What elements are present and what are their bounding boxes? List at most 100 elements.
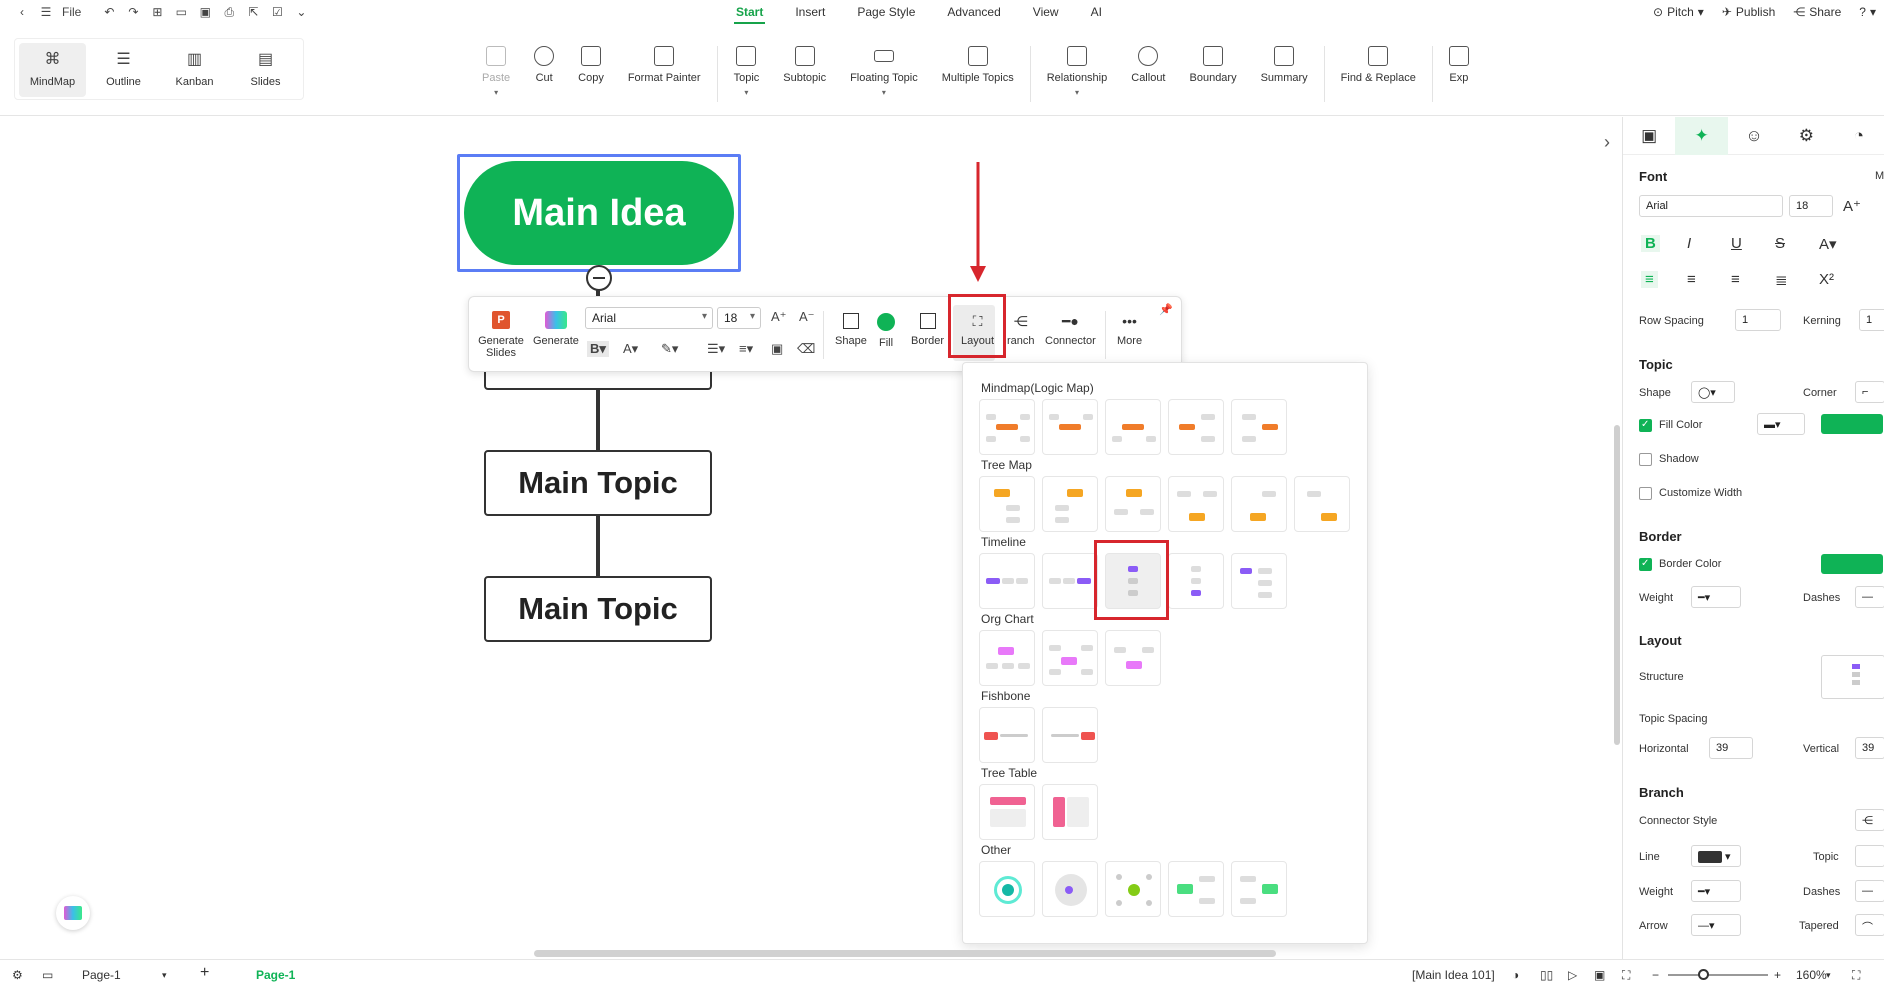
fill-type-select[interactable]: ▬▾ <box>1757 413 1805 435</box>
branch-dashes-select[interactable]: — <box>1855 880 1884 902</box>
font-color-icon[interactable]: A▾ <box>623 341 638 357</box>
font-size-select[interactable]: 18 <box>1789 195 1833 217</box>
play-icon[interactable]: ▷ <box>1568 968 1577 982</box>
summary-button[interactable]: Summary <box>1249 46 1320 84</box>
decrease-font-icon[interactable]: A⁻ <box>799 309 815 325</box>
fill-color-checkbox[interactable] <box>1639 419 1652 432</box>
undo-icon[interactable]: ↶ <box>101 4 117 20</box>
align-center-icon[interactable]: ≡ <box>1687 271 1696 288</box>
floating-topic-button[interactable]: Floating Topic ▾ <box>838 46 930 97</box>
redo-icon[interactable]: ↷ <box>125 4 141 20</box>
generate-button[interactable]: Generate <box>533 311 579 347</box>
tab-more[interactable]: ◔ <box>1833 117 1884 155</box>
layout-thumb[interactable] <box>1042 861 1098 917</box>
save-icon[interactable]: ▣ <box>197 4 213 20</box>
page-select[interactable]: Page-1 <box>82 968 121 982</box>
sidebar-toggle-icon[interactable]: ⚙ <box>12 968 23 982</box>
file-menu[interactable]: File <box>62 5 81 19</box>
underline-icon[interactable]: U <box>1731 235 1742 252</box>
structure-select[interactable] <box>1821 655 1884 699</box>
branch-weight-select[interactable]: ━▾ <box>1691 880 1741 902</box>
layout-thumb[interactable] <box>1042 784 1098 840</box>
back-icon[interactable]: ‹ <box>14 4 30 20</box>
copy-button[interactable]: Copy <box>566 46 616 84</box>
topic-button[interactable]: Topic ▾ <box>722 46 772 97</box>
zoom-slider[interactable] <box>1668 974 1768 976</box>
font-color-icon[interactable]: A▾ <box>1819 235 1837 253</box>
layout-thumb[interactable] <box>1042 630 1098 686</box>
align-left-icon[interactable]: ≡ <box>1641 271 1658 288</box>
horizontal-spacing-input[interactable]: 39 <box>1709 737 1753 759</box>
border-color-swatch[interactable] <box>1821 554 1883 574</box>
tab-ai[interactable]: AI <box>1075 0 1118 24</box>
boundary-button[interactable]: Boundary <box>1178 46 1249 84</box>
main-idea-node[interactable]: Main Idea <box>464 161 734 265</box>
add-page-icon[interactable]: + <box>200 964 209 982</box>
pin-icon[interactable]: 📌 <box>1159 303 1173 316</box>
fullscreen-icon[interactable]: ⛶ <box>1852 968 1860 983</box>
chevron-right-icon[interactable]: › <box>1604 132 1610 153</box>
connector-style-select[interactable]: ⋲ <box>1855 809 1884 831</box>
callout-button[interactable]: Callout <box>1119 46 1177 84</box>
publish-button[interactable]: ✈ Publish <box>1722 5 1775 19</box>
superscript-icon[interactable]: X² <box>1819 271 1834 288</box>
layout-thumb[interactable] <box>979 476 1035 532</box>
strikethrough-icon[interactable]: S <box>1775 235 1785 252</box>
view-mindmap[interactable]: ⌘ MindMap <box>19 43 86 97</box>
zoom-slider-thumb[interactable] <box>1698 969 1709 980</box>
text-box-icon[interactable]: ▣ <box>771 341 783 357</box>
layout-thumb[interactable] <box>1042 476 1098 532</box>
italic-icon[interactable]: I <box>1687 235 1691 252</box>
font-size-select[interactable]: 18 <box>717 307 761 329</box>
topic-line-select[interactable] <box>1855 845 1884 867</box>
layout-thumb[interactable] <box>979 861 1035 917</box>
layout-thumb[interactable] <box>979 784 1035 840</box>
corner-select[interactable]: ⌐ <box>1855 381 1884 403</box>
theme-icon[interactable]: ◑ <box>1512 968 1519 982</box>
align-icon[interactable]: ≡▾ <box>739 341 753 357</box>
highlight-icon[interactable]: ✎▾ <box>661 341 678 357</box>
layout-thumb[interactable] <box>1231 553 1287 609</box>
layout-thumb[interactable] <box>1231 476 1287 532</box>
tab-page-format[interactable]: ▣ <box>1623 117 1675 155</box>
help-button[interactable]: ? ▾ <box>1859 5 1876 19</box>
shape-button[interactable]: Shape <box>835 313 867 347</box>
paste-button[interactable]: Paste ▾ <box>470 46 522 97</box>
kerning-input[interactable]: 1 <box>1859 309 1884 331</box>
outline-toggle-icon[interactable]: ▭ <box>42 968 53 982</box>
menu-icon[interactable]: ☰ <box>38 4 54 20</box>
more-icon[interactable]: ⌄ <box>293 4 309 20</box>
tapered-select[interactable]: ⌒ <box>1855 914 1884 936</box>
layout-thumb[interactable] <box>1231 861 1287 917</box>
tab-theme[interactable]: ⚙ <box>1780 117 1832 155</box>
main-topic-node[interactable]: Main Topic <box>484 576 712 642</box>
share-button[interactable]: ⋲ Share <box>1793 5 1841 19</box>
border-weight-select[interactable]: ━▾ <box>1691 586 1741 608</box>
new-icon[interactable]: ⊞ <box>149 4 165 20</box>
bold-icon[interactable]: B▾ <box>587 341 609 357</box>
tab-start[interactable]: Start <box>720 0 779 24</box>
border-button[interactable]: Border <box>911 313 944 347</box>
canvas-scrollbar-vertical[interactable] <box>1614 425 1620 745</box>
main-topic-node[interactable]: Main Topic <box>484 450 712 516</box>
layout-thumb[interactable] <box>979 553 1035 609</box>
layout-thumb[interactable] <box>979 399 1035 455</box>
layout-thumb[interactable] <box>1042 707 1098 763</box>
layout-thumb[interactable] <box>1168 399 1224 455</box>
font-family-select[interactable]: Arial <box>1639 195 1783 217</box>
ai-assistant-button[interactable] <box>56 896 90 930</box>
cut-button[interactable]: Cut <box>522 46 566 84</box>
tab-icons[interactable]: ☺ <box>1728 117 1780 155</box>
view-outline[interactable]: ☰ Outline <box>90 43 157 97</box>
layout-thumb[interactable] <box>1168 553 1224 609</box>
vertical-spacing-input[interactable]: 39 <box>1855 737 1884 759</box>
layout-thumb[interactable] <box>1168 861 1224 917</box>
shape-select[interactable]: ◯▾ <box>1691 381 1735 403</box>
tab-page-style[interactable]: Page Style <box>841 0 931 24</box>
layout-thumb[interactable] <box>979 630 1035 686</box>
zoom-in-icon[interactable]: + <box>1774 968 1781 982</box>
generate-slides-button[interactable]: P Generate Slides <box>478 311 524 359</box>
fill-color-swatch[interactable] <box>1821 414 1883 434</box>
layout-thumb[interactable] <box>1042 399 1098 455</box>
relationship-button[interactable]: Relationship ▾ <box>1035 46 1120 97</box>
